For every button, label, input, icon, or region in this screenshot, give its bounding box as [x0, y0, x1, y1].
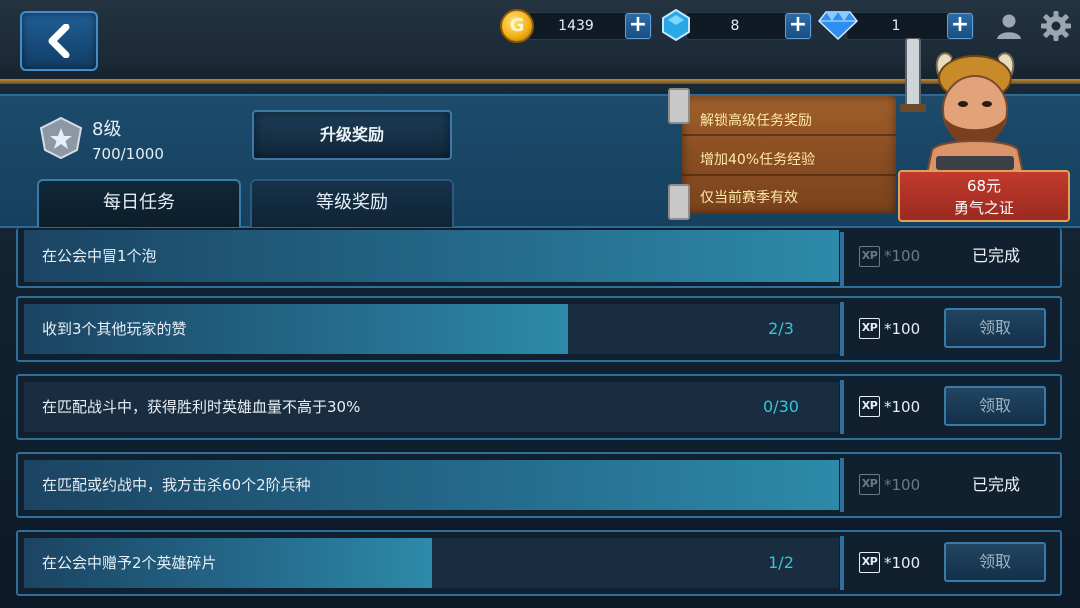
add-crystal-button[interactable]: + — [785, 13, 811, 39]
upgrade-rewards-button[interactable]: 升级奖励 — [252, 110, 452, 160]
task-row: 收到3个其他玩家的赞 2/3 XP *100 领取 — [16, 296, 1062, 362]
diamond-icon — [818, 11, 858, 40]
coin-icon: G — [500, 9, 534, 43]
claim-button[interactable]: 领取 — [944, 542, 1046, 582]
xp-badge-icon: XP — [859, 318, 880, 339]
divider — [840, 458, 844, 512]
gold-counter: 1439 + — [528, 12, 652, 40]
season-pass-price: 68元 — [966, 177, 1002, 195]
back-arrow-icon — [48, 24, 70, 58]
task-label: 在公会中冒1个泡 — [42, 247, 157, 265]
xp-reward: *100 — [884, 247, 921, 265]
task-label: 在匹配或约战中，我方击杀60个2阶兵种 — [42, 476, 311, 494]
crystal-counter: 8 + — [686, 12, 812, 40]
season-pass-name: 勇气之证 — [953, 199, 1014, 217]
claim-button[interactable]: 领取 — [944, 308, 1046, 348]
xp-progress-label: 700/1000 — [92, 145, 164, 163]
divider — [840, 536, 844, 590]
task-row: 在公会中赠予2个英雄碎片 1/2 XP *100 领取 — [16, 530, 1062, 596]
add-gold-button[interactable]: + — [625, 13, 651, 39]
task-row: 在匹配战斗中，获得胜利时英雄血量不高于30% 0/30 XP *100 领取 — [16, 374, 1062, 440]
sign-bracket-bottom — [668, 184, 690, 220]
divider — [840, 380, 844, 434]
tab-level-rewards[interactable]: 等级奖励 — [250, 179, 454, 227]
rank-badge-icon — [39, 116, 83, 160]
task-progress-count: 2/3 — [768, 319, 794, 338]
task-completed-label: 已完成 — [971, 475, 1020, 494]
task-screen: 1439 + G 8 + 1 + 8级 700/1000 升级奖励 每日任务 等… — [0, 0, 1080, 608]
xp-badge-icon: XP — [859, 474, 880, 495]
task-label: 收到3个其他玩家的赞 — [42, 320, 187, 338]
xp-reward: *100 — [884, 398, 921, 416]
divider — [840, 232, 844, 286]
task-label: 在公会中赠予2个英雄碎片 — [42, 554, 217, 572]
task-row: 在匹配或约战中，我方击杀60个2阶兵种 XP *100 已完成 — [16, 452, 1062, 518]
task-progress-count: 1/2 — [768, 553, 794, 572]
crystal-icon — [662, 9, 690, 41]
xp-reward: *100 — [884, 554, 921, 572]
diamond-amount: 1 — [891, 18, 901, 34]
xp-reward: *100 — [884, 476, 921, 494]
divider — [840, 302, 844, 356]
xp-badge-icon: XP — [859, 552, 880, 573]
back-button[interactable] — [20, 11, 98, 71]
task-completed-label: 已完成 — [971, 246, 1020, 265]
sign-bracket-top — [668, 88, 690, 124]
add-diamond-button[interactable]: + — [947, 13, 973, 39]
viking-character-icon — [900, 38, 1028, 188]
task-label: 在匹配战斗中，获得胜利时英雄血量不高于30% — [42, 398, 361, 416]
promo-line: 解锁高级任务奖励 — [700, 113, 812, 129]
promo-line: 增加40%任务经验 — [700, 152, 816, 168]
profile-icon[interactable] — [995, 12, 1023, 40]
level-label: 8级 — [92, 119, 122, 140]
xp-badge-icon: XP — [859, 246, 880, 267]
task-row: 在公会中冒1个泡 XP *100 已完成 — [16, 228, 1062, 288]
tab-daily-tasks[interactable]: 每日任务 — [37, 179, 241, 227]
season-pass-purchase[interactable]: 68元 勇气之证 — [898, 170, 1070, 222]
promo-line: 仅当前赛季有效 — [700, 190, 798, 206]
xp-badge-icon: XP — [859, 396, 880, 417]
diamond-counter: 1 + — [846, 12, 974, 40]
gold-amount: 1439 — [558, 18, 594, 34]
task-progress-count: 0/30 — [763, 397, 799, 416]
crystal-amount: 8 — [730, 18, 740, 34]
claim-button[interactable]: 领取 — [944, 386, 1046, 426]
xp-reward: *100 — [884, 320, 921, 338]
